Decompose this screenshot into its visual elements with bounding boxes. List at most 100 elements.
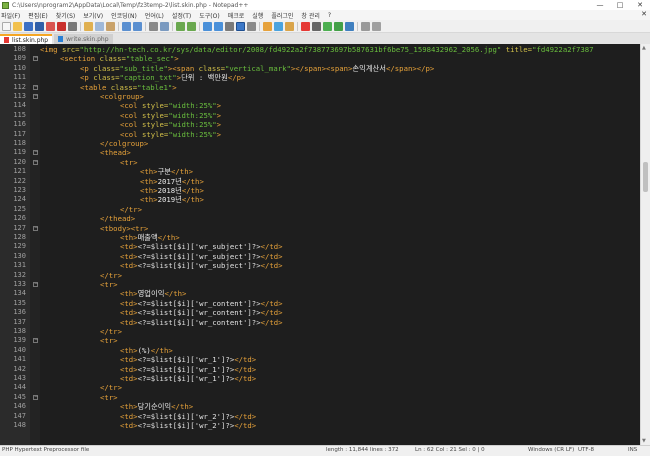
find-icon[interactable] — [149, 21, 158, 31]
sync-scroll-h-icon[interactable] — [214, 21, 223, 31]
code-line[interactable]: <th>2019년</th> — [140, 195, 204, 204]
paste-icon[interactable] — [106, 21, 115, 31]
new-file-icon[interactable] — [2, 21, 11, 31]
close-document-icon[interactable]: ✕ — [641, 10, 647, 18]
code-line[interactable]: <p class="sub_title"><span class="vertic… — [80, 64, 434, 73]
code-line[interactable]: <p class="caption_txt">단위 : 백만원</p> — [80, 73, 245, 82]
record-macro-icon[interactable] — [301, 21, 310, 31]
menu-encoding[interactable]: 인코딩(N) — [111, 11, 137, 20]
menu-settings[interactable]: 설정(T) — [172, 11, 191, 20]
abc-icon[interactable] — [372, 21, 381, 31]
code-line[interactable]: <th>영업이익</th> — [120, 289, 186, 298]
save-all-icon[interactable] — [35, 21, 44, 31]
code-line[interactable]: <tr> — [100, 393, 118, 402]
doc-map-icon[interactable] — [263, 21, 272, 31]
code-line[interactable]: <tr> — [100, 336, 118, 345]
code-line[interactable]: <td><?=$list[$i]['wr_2']?></td> — [120, 412, 256, 421]
fold-toggle-icon[interactable]: − — [33, 159, 38, 165]
code-line[interactable]: <td><?=$list[$i]['wr_content']?></td> — [120, 299, 283, 308]
close-window-button[interactable]: ✕ — [630, 0, 650, 10]
code-line[interactable]: <td><?=$list[$i]['wr_subject']?></td> — [120, 261, 283, 270]
code-line[interactable]: <th>구분</th> — [140, 167, 193, 176]
fold-toggle-icon[interactable]: − — [33, 150, 38, 156]
code-line[interactable]: <td><?=$list[$i]['wr_1']?></td> — [120, 374, 256, 383]
menu-language[interactable]: 언어(L) — [145, 11, 164, 20]
code-line[interactable]: <tr> — [120, 158, 138, 167]
replace-icon[interactable] — [160, 21, 169, 31]
function-list-icon[interactable] — [274, 21, 283, 31]
code-line[interactable]: <thead> — [100, 148, 131, 157]
menu-search[interactable]: 찾기(S) — [56, 11, 76, 20]
code-line[interactable]: <td><?=$list[$i]['wr_subject']?></td> — [120, 252, 283, 261]
copy-icon[interactable] — [95, 21, 104, 31]
save-icon[interactable] — [24, 21, 33, 31]
minimize-button[interactable]: — — [590, 0, 610, 10]
fold-toggle-icon[interactable]: − — [33, 338, 38, 344]
fold-toggle-icon[interactable]: − — [33, 394, 38, 400]
show-all-chars-icon[interactable] — [236, 21, 245, 31]
undo-icon[interactable] — [122, 21, 131, 31]
indent-guide-icon[interactable] — [247, 21, 256, 31]
code-line[interactable]: <td><?=$list[$i]['wr_1']?></td> — [120, 355, 256, 364]
code-line[interactable]: <td><?=$list[$i]['wr_content']?></td> — [120, 308, 283, 317]
fold-toggle-icon[interactable]: − — [33, 56, 38, 62]
menu-edit[interactable]: 편집(E) — [28, 11, 48, 20]
open-file-icon[interactable] — [13, 21, 22, 31]
code-line[interactable]: <th>당기순이익</th> — [120, 402, 193, 411]
menu-file[interactable]: 파일(F) — [1, 11, 20, 20]
code-line[interactable]: <td><?=$list[$i]['wr_content']?></td> — [120, 318, 283, 327]
fold-toggle-icon[interactable]: − — [33, 225, 38, 231]
menu-macro[interactable]: 매크로 — [228, 11, 245, 20]
run-macro-multiple-icon[interactable] — [334, 21, 343, 31]
menu-view[interactable]: 보기(V) — [83, 11, 103, 20]
play-macro-icon[interactable] — [323, 21, 332, 31]
tab-write-skin[interactable]: write.skin.php — [54, 34, 113, 44]
scrollbar-thumb[interactable] — [643, 162, 648, 192]
code-line[interactable]: <th>2017년</th> — [140, 177, 204, 186]
fold-margin[interactable] — [30, 44, 40, 445]
zoom-in-icon[interactable] — [176, 21, 185, 31]
fold-toggle-icon[interactable]: − — [33, 84, 38, 90]
code-line[interactable]: <section class="table_sec"> — [60, 54, 179, 63]
menu-run[interactable]: 실행 — [252, 11, 263, 20]
code-line[interactable]: </colgroup> — [100, 139, 148, 148]
code-line[interactable]: </tr> — [100, 327, 122, 336]
code-line[interactable]: <td><?=$list[$i]['wr_2']?></td> — [120, 421, 256, 430]
fold-toggle-icon[interactable]: − — [33, 282, 38, 287]
menu-plugins[interactable]: 플러그인 — [271, 11, 293, 20]
close-icon[interactable] — [46, 21, 55, 31]
sync-scroll-v-icon[interactable] — [203, 21, 212, 31]
zoom-out-icon[interactable] — [187, 21, 196, 31]
code-text-area[interactable]: <img src="http://hn-tech.co.kr/sys/data/… — [40, 44, 640, 445]
scroll-down-arrow-icon[interactable]: ▼ — [642, 438, 646, 444]
code-line[interactable]: </thead> — [100, 214, 135, 223]
code-line[interactable]: </tr> — [100, 383, 122, 392]
save-macro-icon[interactable] — [345, 21, 354, 31]
cut-icon[interactable] — [84, 21, 93, 31]
fold-toggle-icon[interactable]: − — [33, 94, 38, 99]
code-line[interactable]: <tr> — [100, 280, 118, 289]
scroll-up-arrow-icon[interactable]: ▲ — [642, 45, 646, 51]
code-line[interactable]: <col style="width:25%"> — [120, 120, 221, 129]
maximize-button[interactable]: □ — [610, 0, 630, 10]
code-line[interactable]: </tr> — [120, 205, 142, 214]
redo-icon[interactable] — [133, 21, 142, 31]
code-line[interactable]: <th>매출액</th> — [120, 233, 180, 242]
code-line[interactable]: <td><?=$list[$i]['wr_subject']?></td> — [120, 242, 283, 251]
code-line[interactable]: <col style="width:25%"> — [120, 111, 221, 120]
code-line[interactable]: <th>(%)</th> — [120, 346, 173, 355]
code-line[interactable]: <col style="width:25%"> — [120, 130, 221, 139]
word-wrap-icon[interactable] — [225, 21, 234, 31]
tab-list-skin[interactable]: list.skin.php — [0, 34, 53, 44]
code-line[interactable]: <table class="table1"> — [80, 83, 177, 92]
code-line[interactable]: <tbody><tr> — [100, 224, 148, 233]
folder-workspace-icon[interactable] — [285, 21, 294, 31]
code-line[interactable]: </tr> — [100, 271, 122, 280]
menu-window[interactable]: 창 관리 — [301, 11, 319, 20]
code-line[interactable]: <img src="http://hn-tech.co.kr/sys/data/… — [40, 45, 594, 54]
close-all-icon[interactable] — [57, 21, 66, 31]
code-editor[interactable]: 108 109 110 111 112 113 114 115 116 117 118 119 120 1… — [0, 44, 650, 445]
stop-macro-icon[interactable] — [312, 21, 321, 31]
code-line[interactable]: <colgroup> — [100, 92, 144, 101]
menu-tools[interactable]: 도구(O) — [199, 11, 219, 20]
